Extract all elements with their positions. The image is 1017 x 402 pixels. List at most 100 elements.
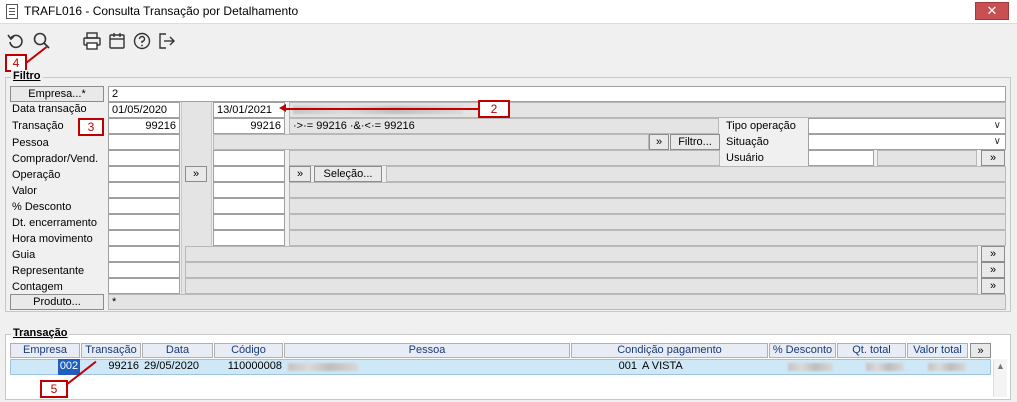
annotation-callout-2: 2 — [478, 100, 510, 118]
comprador-from-field[interactable] — [108, 150, 180, 166]
representante-from-field[interactable] — [108, 262, 180, 278]
column-header-empresa[interactable]: Empresa — [10, 343, 80, 358]
representante-description — [185, 262, 978, 278]
label-usuario: Usuário — [726, 152, 764, 164]
row-valor-total — [928, 363, 966, 371]
transacao-from-field[interactable]: 99216 — [108, 118, 180, 134]
contagem-from-field[interactable] — [108, 278, 180, 294]
close-button[interactable]: ✕ — [975, 2, 1009, 20]
empresa-button[interactable]: Empresa...* — [10, 86, 104, 102]
representante-more-button[interactable]: » — [981, 262, 1005, 278]
calendar-icon[interactable] — [107, 31, 127, 51]
produto-button[interactable]: Produto... — [10, 294, 104, 310]
operacao-more-button[interactable]: » — [185, 166, 207, 182]
row-pessoa — [288, 363, 358, 371]
usuario-more-button[interactable]: » — [981, 150, 1005, 166]
situacao-select[interactable]: ∨ — [808, 134, 1006, 150]
guia-more-button[interactable]: » — [981, 246, 1005, 262]
produto-field[interactable]: * — [108, 294, 1006, 310]
hora-expression — [289, 230, 1006, 246]
comprador-description — [289, 150, 720, 166]
usuario-field[interactable] — [808, 150, 874, 166]
label-situacao: Situação — [726, 136, 769, 148]
row-data: 29/05/2020 — [144, 360, 200, 372]
desconto-expression — [289, 198, 1006, 214]
contagem-more-button[interactable]: » — [981, 278, 1005, 294]
label-pessoa: Pessoa — [12, 137, 49, 149]
column-header-transacao[interactable]: Transação — [81, 343, 141, 358]
encerramento-to-field[interactable] — [213, 214, 285, 230]
column-header-desconto[interactable]: % Desconto — [769, 343, 836, 358]
operacao-from-field[interactable] — [108, 166, 180, 182]
document-icon — [6, 4, 18, 19]
valor-from-field[interactable] — [108, 182, 180, 198]
filtro-button[interactable]: Filtro... — [670, 134, 720, 150]
print-icon[interactable] — [82, 31, 102, 51]
label-transacao: Transação — [12, 120, 64, 132]
desconto-from-field[interactable] — [108, 198, 180, 214]
row-empresa[interactable]: 002 — [58, 359, 80, 375]
transacao-expression: ·>·= 99216 ·&·<·= 99216 — [289, 118, 719, 134]
column-header-condicao[interactable]: Condição pagamento — [571, 343, 768, 358]
label-guia: Guia — [12, 249, 36, 261]
selecao-button[interactable]: Seleção... — [314, 166, 382, 182]
label-hora: Hora movimento — [12, 233, 93, 245]
encerramento-from-field[interactable] — [108, 214, 180, 230]
usuario-description — [877, 150, 977, 166]
window-title: TRAFL016 - Consulta Transação por Detalh… — [24, 4, 299, 18]
pessoa-from-field[interactable] — [108, 134, 180, 150]
label-desconto: % Desconto — [12, 201, 72, 213]
desconto-to-field[interactable] — [213, 198, 285, 214]
data-transacao-expression — [289, 102, 1006, 118]
column-header-qt-total[interactable]: Qt. total — [837, 343, 906, 358]
data-to-field[interactable]: 13/01/2021 — [213, 102, 285, 118]
label-data-transacao: Data transação — [12, 103, 87, 115]
valor-to-field[interactable] — [213, 182, 285, 198]
transacao-to-field[interactable]: 99216 — [213, 118, 285, 134]
row-desconto — [788, 363, 833, 371]
refresh-icon[interactable] — [6, 31, 26, 51]
toolbar — [0, 25, 1017, 55]
valor-expression — [289, 182, 1006, 198]
hora-from-field[interactable] — [108, 230, 180, 246]
scroll-up-icon[interactable]: ▲ — [996, 361, 1005, 371]
exit-icon[interactable] — [157, 31, 177, 51]
annotation-arrowhead-2 — [279, 104, 286, 112]
empresa-field[interactable]: 2 — [108, 86, 1006, 102]
label-contagem: Contagem — [12, 281, 63, 293]
comprador-to-field[interactable] — [213, 150, 285, 166]
chevron-down-icon: ∨ — [993, 136, 1001, 147]
label-representante: Representante — [12, 265, 85, 277]
transacao-label: Transação — [11, 327, 70, 339]
guia-from-field[interactable] — [108, 246, 180, 262]
column-header-valor-total[interactable]: Valor total — [907, 343, 968, 358]
pessoa-more-button[interactable]: » — [649, 134, 669, 150]
operacao-to-field[interactable] — [213, 166, 285, 182]
row-qt-total — [866, 363, 904, 371]
grid-scrollbar[interactable]: ▲ — [993, 359, 1007, 397]
help-icon[interactable] — [132, 31, 152, 51]
column-header-codigo[interactable]: Código — [214, 343, 283, 358]
label-encerramento: Dt. encerramento — [12, 217, 97, 229]
column-header-pessoa[interactable]: Pessoa — [284, 343, 570, 358]
annotation-callout-5: 5 — [40, 380, 68, 398]
guia-description — [185, 246, 978, 262]
tipo-operacao-select[interactable]: ∨ — [808, 118, 1006, 134]
row-condicao-codigo: 001 — [618, 360, 637, 372]
row-codigo: 110000008 — [227, 360, 282, 372]
pessoa-description — [213, 134, 649, 150]
encerramento-expression — [289, 214, 1006, 230]
label-comprador: Comprador/Vend. — [12, 153, 99, 165]
row-transacao: 99216 — [108, 360, 139, 372]
annotation-arrow-2 — [282, 108, 478, 110]
columns-more-button[interactable]: » — [970, 343, 991, 358]
chevron-down-icon: ∨ — [993, 120, 1001, 131]
data-from-field[interactable]: 01/05/2020 — [108, 102, 180, 118]
column-header-data[interactable]: Data — [142, 343, 213, 358]
hora-to-field[interactable] — [213, 230, 285, 246]
label-valor: Valor — [12, 185, 37, 197]
operacao-more-button-2[interactable]: » — [289, 166, 311, 182]
label-operacao: Operação — [12, 169, 61, 181]
annotation-callout-3: 3 — [78, 118, 104, 136]
label-tipo-operacao: Tipo operação — [726, 120, 796, 132]
